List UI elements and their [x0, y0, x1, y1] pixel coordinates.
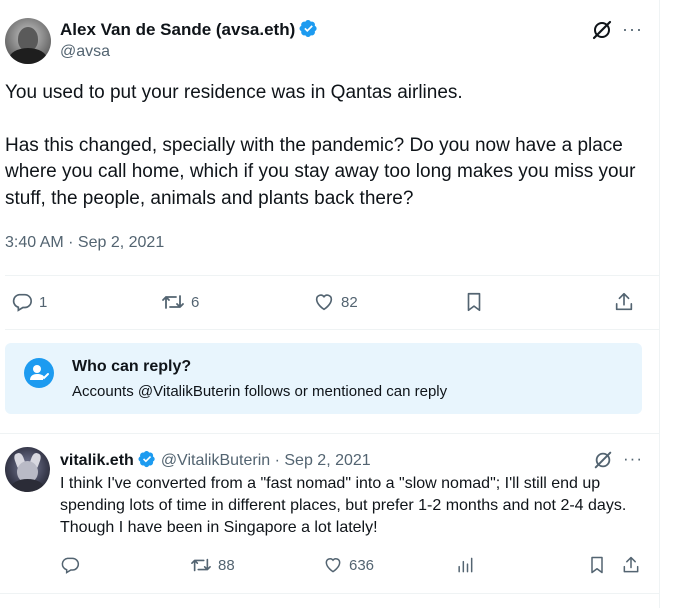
author-name[interactable]: Alex Van de Sande (avsa.eth): [60, 20, 295, 39]
more-icon[interactable]: ···: [623, 449, 643, 469]
like-icon: [325, 558, 341, 573]
bookmark-icon: [467, 292, 481, 312]
reply-author-name[interactable]: vitalik.eth: [60, 452, 134, 469]
views-icon: [458, 557, 473, 573]
reply-date[interactable]: Sep 2, 2021: [284, 452, 370, 469]
reply-header: vitalik.eth @VitalikButerin · Sep 2, 2021: [60, 450, 371, 470]
reply-separator: ·: [274, 452, 280, 469]
author-handle[interactable]: @avsa: [60, 43, 110, 61]
retweet-button[interactable]: 88: [190, 555, 235, 575]
retweet-icon: [191, 558, 211, 572]
views-button[interactable]: [455, 555, 475, 575]
reply-author-handle[interactable]: @VitalikButerin: [161, 452, 270, 469]
tweet-paragraph: Has this changed, specially with the pan…: [5, 134, 636, 209]
reply-text: I think I've converted from a "fast noma…: [60, 475, 627, 536]
bookmark-button[interactable]: [587, 555, 607, 575]
column-border: [659, 0, 660, 608]
tweet-paragraph: You used to put your residence was in Qa…: [5, 82, 463, 103]
tweet-text: You used to put your residence was in Qa…: [5, 80, 650, 212]
reply-author-avatar[interactable]: [5, 447, 50, 492]
retweet-count: 88: [218, 556, 235, 574]
more-icon[interactable]: ···: [622, 19, 642, 41]
who-can-reply-subtitle: Accounts @VitalikButerin follows or ment…: [72, 383, 448, 400]
like-icon: [315, 294, 333, 311]
retweet-icon: [162, 295, 184, 309]
reply-icon: [61, 557, 80, 574]
reply-button[interactable]: [60, 555, 80, 575]
like-button[interactable]: 636: [323, 555, 374, 575]
verified-badge-icon: [299, 20, 317, 38]
grok-icon[interactable]: [593, 450, 613, 470]
verified-badge-icon: [138, 450, 155, 468]
who-can-reply-title: Who can reply?: [72, 358, 192, 375]
bookmark-icon: [591, 556, 603, 574]
author-avatar[interactable]: [5, 18, 51, 64]
bookmark-button[interactable]: [463, 291, 485, 313]
like-count: 636: [349, 556, 375, 574]
grok-icon[interactable]: [591, 19, 613, 41]
reply-button[interactable]: 1: [11, 291, 47, 313]
like-button[interactable]: 82: [313, 291, 358, 313]
tweet-timestamp[interactable]: 3:40 AM · Sep 2, 2021: [5, 234, 164, 252]
share-icon: [623, 556, 639, 573]
who-can-reply-box: Who can reply? Accounts @VitalikButerin …: [5, 343, 642, 414]
divider: [5, 275, 659, 276]
like-count: 82: [341, 293, 358, 311]
user-check-icon: [24, 358, 54, 388]
share-button[interactable]: [613, 291, 635, 313]
reply-icon: [12, 293, 32, 312]
retweet-count: 6: [191, 293, 200, 311]
reply-count: 1: [39, 293, 48, 311]
share-icon: [615, 292, 633, 311]
divider: [5, 329, 659, 330]
divider: [0, 433, 659, 434]
share-button[interactable]: [621, 555, 641, 575]
divider: [0, 593, 659, 594]
retweet-button[interactable]: 6: [161, 291, 199, 313]
author-name-row[interactable]: Alex Van de Sande (avsa.eth): [60, 19, 318, 40]
